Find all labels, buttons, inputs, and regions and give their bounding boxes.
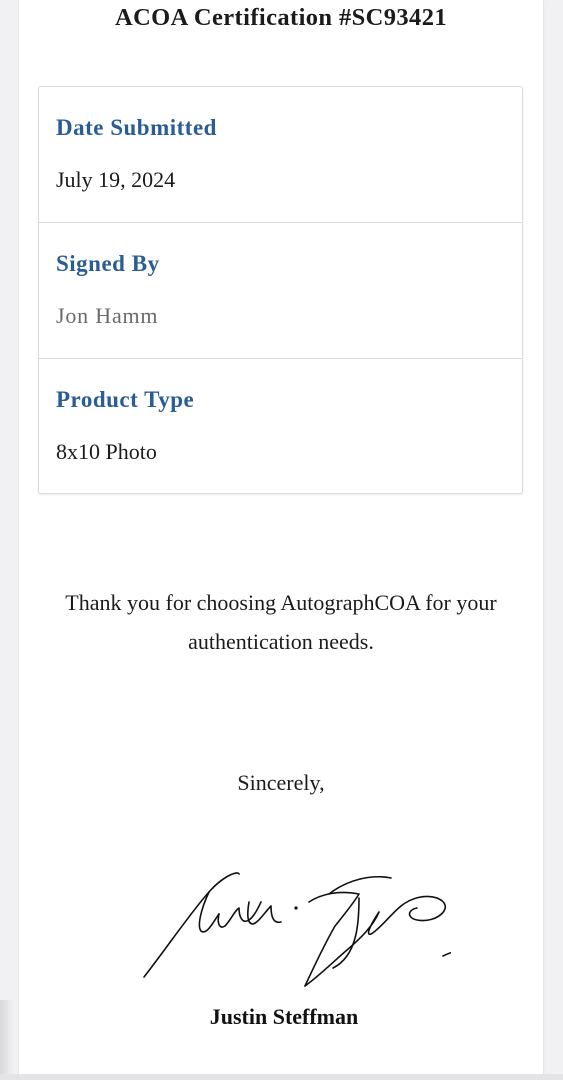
thank-you-message: Thank you for choosing AutographCOA for …: [65, 590, 497, 654]
certificate-title: ACOA Certification #SC93421: [115, 4, 447, 31]
left-gutter-shadow: [0, 1000, 14, 1074]
signer-name: Justin Steffman: [209, 1004, 359, 1029]
signed-by-value: Jon Hamm: [56, 303, 159, 328]
date-submitted-label: Date Submitted: [56, 115, 217, 140]
bottom-strip: [0, 1074, 563, 1080]
product-type-label: Product Type: [56, 387, 195, 412]
closing-salutation: Sincerely,: [237, 770, 325, 795]
certificate-details-card: Date Submitted July 19, 2024 Signed By J…: [38, 86, 523, 494]
detail-row-product-type: Product Type 8x10 Photo: [39, 359, 522, 495]
certificate-page: ACOA Certification #SC93421 Date Submitt…: [19, 0, 543, 1074]
date-submitted-value: July 19, 2024: [56, 167, 176, 192]
signature-image: [143, 872, 451, 987]
detail-row-signed-by: Signed By Jon Hamm: [39, 223, 522, 359]
product-type-value: 8x10 Photo: [56, 439, 157, 464]
detail-row-date-submitted: Date Submitted July 19, 2024: [39, 87, 522, 223]
signed-by-label: Signed By: [56, 251, 160, 276]
